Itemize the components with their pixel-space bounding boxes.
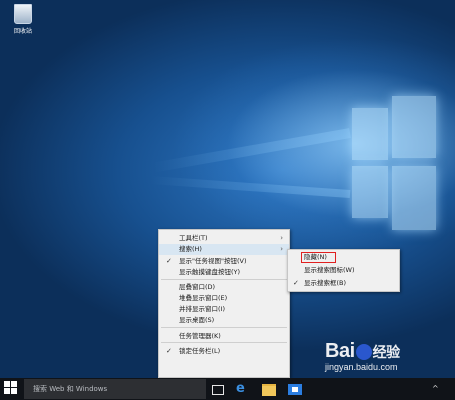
search-submenu-item-label: 隐藏(N) [304,253,327,261]
context-menu-item[interactable]: 工具栏(T) › [159,233,289,244]
recycle-bin-label: 回收站 [13,28,32,35]
taskbar-context-menu: 工具栏(T) › 搜索(H) › ✓ 显示"任务视图"按钮(V) 显示触摸键盘按钮(Y) 层叠… [158,229,290,378]
context-menu-item[interactable]: 显示桌面(S) [159,315,289,326]
windows-logo-icon [4,381,10,387]
search-submenu: 隐藏(N) 显示搜索图标(W) ✓ 显示搜索框(B) [287,249,400,292]
baidu-watermark: Bai 经验 jingyan.baidu.com [325,340,400,372]
context-menu-item[interactable]: ✓ 锁定任务栏(L) [159,346,289,357]
search-placeholder: 搜索 Web 和 Windows [33,385,108,393]
context-menu-item[interactable]: 堆叠显示窗口(E) [159,293,289,304]
chevron-right-icon: › [280,245,283,253]
edge-browser-icon[interactable]: e [236,382,250,396]
context-menu-item[interactable]: 层叠窗口(D) [159,282,289,293]
paw-logo-icon [355,343,372,360]
context-menu-item-label: 锁定任务栏(L) [179,347,221,355]
context-menu-item-label: 显示"任务视图"按钮(V) [179,257,247,265]
watermark-brand-right: 经验 [372,344,401,360]
context-menu-item-label: 任务管理器(K) [179,332,221,340]
start-button[interactable] [4,381,20,397]
menu-separator [161,279,287,280]
search-submenu-item[interactable]: 显示搜索图标(W) [288,264,399,276]
search-submenu-item-label: 显示搜索图标(W) [304,266,355,274]
search-submenu-item[interactable]: 隐藏(N) [288,251,399,263]
context-menu-item-label: 搜索(H) [179,245,202,253]
context-menu-item-label: 并排显示窗口(I) [179,305,225,313]
context-menu-item[interactable]: 并排显示窗口(I) [159,304,289,315]
context-menu-item[interactable]: 显示触摸键盘按钮(Y) [159,267,289,278]
context-menu-item[interactable]: 任务管理器(K) [159,331,289,342]
taskbar[interactable]: 搜索 Web 和 Windows e ^ [0,378,455,400]
watermark-url: jingyan.baidu.com [325,362,398,372]
context-menu-item-label: 堆叠显示窗口(E) [179,294,228,302]
tray-overflow-icon[interactable]: ^ [432,384,439,393]
file-explorer-icon[interactable] [262,384,276,396]
context-menu-item[interactable]: ✓ 显示"任务视图"按钮(V) [159,256,289,267]
checkmark-icon: ✓ [293,279,299,287]
chevron-right-icon: › [280,234,283,242]
task-view-icon[interactable] [212,385,224,395]
context-menu-item-label: 显示触摸键盘按钮(Y) [179,268,241,276]
recycle-bin-icon [14,4,32,24]
search-submenu-item-label: 显示搜索框(B) [304,279,347,287]
context-menu-item-label: 显示桌面(S) [179,316,215,324]
context-menu-item[interactable]: 搜索(H) › [159,244,289,255]
watermark-brand-left: Bai [325,340,355,362]
menu-separator [161,327,287,328]
checkmark-icon: ✓ [166,257,172,265]
checkmark-icon: ✓ [166,347,172,355]
search-submenu-item[interactable]: ✓ 显示搜索框(B) [288,277,399,289]
context-menu-item-label: 层叠窗口(D) [179,283,216,291]
menu-separator [161,342,287,343]
recycle-bin-desktop-icon[interactable]: 回收站 [6,4,40,35]
taskbar-search-box[interactable]: 搜索 Web 和 Windows [24,379,206,399]
context-menu-item-label: 工具栏(T) [179,234,208,242]
store-icon[interactable] [288,384,302,395]
